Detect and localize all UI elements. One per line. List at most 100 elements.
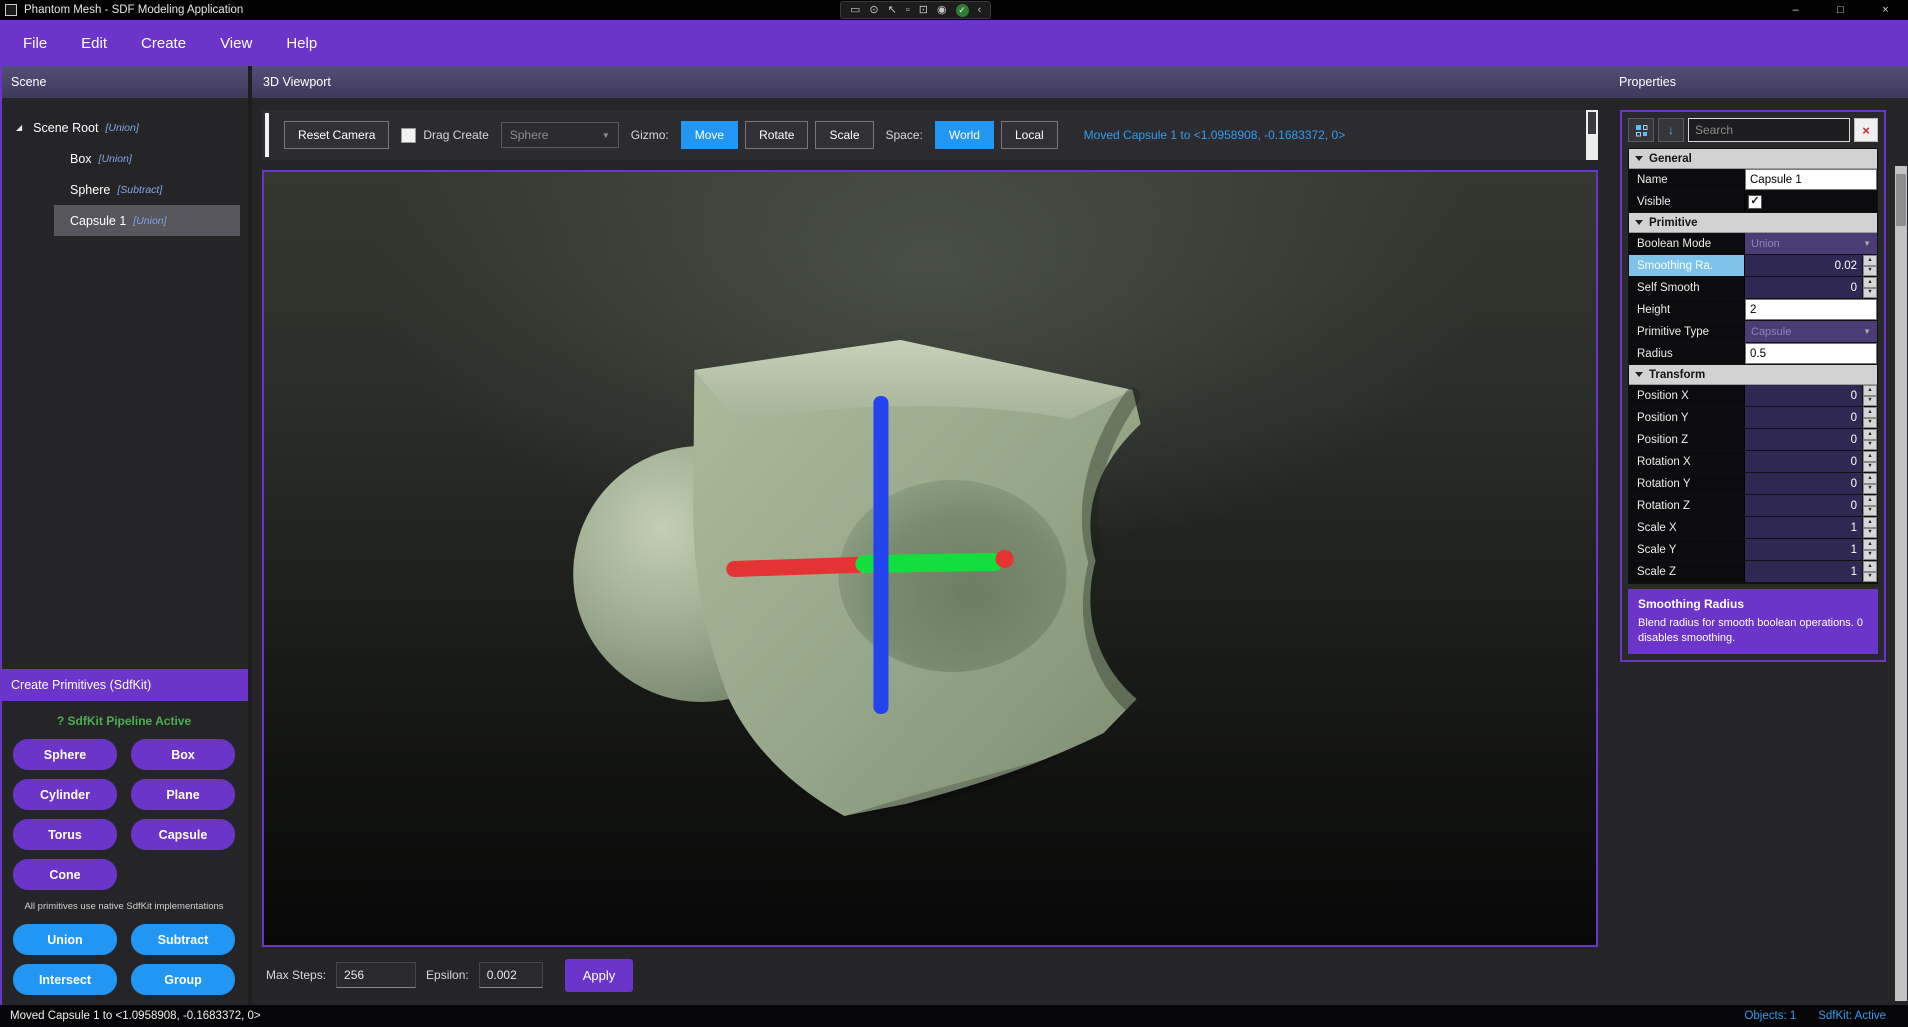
menu-create[interactable]: Create xyxy=(124,26,203,61)
spinner-down-button[interactable]: ▼ xyxy=(1863,527,1877,538)
spinner-up-button[interactable]: ▲ xyxy=(1863,517,1877,528)
camera-icon[interactable]: ⊙ xyxy=(869,4,878,16)
max-steps-input[interactable] xyxy=(336,962,417,988)
epsilon-input[interactable] xyxy=(478,962,543,988)
spinner-down-button[interactable]: ▼ xyxy=(1863,549,1877,560)
apply-button[interactable]: Apply xyxy=(564,958,634,992)
display-share-icon[interactable]: ▭ xyxy=(850,4,860,16)
tree-item-capsule-1[interactable]: Capsule 1 [Union] xyxy=(54,205,240,236)
spinner-up-button[interactable]: ▲ xyxy=(1863,407,1877,418)
space-local-button[interactable]: Local xyxy=(1000,121,1058,149)
gizmo-scale-button[interactable]: Scale xyxy=(815,121,874,149)
toolbar-scrollbar-thumb[interactable] xyxy=(1588,112,1596,134)
maximize-button[interactable]: □ xyxy=(1818,0,1863,20)
spinner-down-button[interactable]: ▼ xyxy=(1863,287,1877,298)
property-text-input[interactable] xyxy=(1745,299,1877,320)
gizmo-move-button[interactable]: Move xyxy=(680,121,739,149)
checkbox-checked-icon[interactable]: ✓ xyxy=(1748,194,1762,209)
spinner-down-button[interactable]: ▼ xyxy=(1863,439,1877,450)
property-row-position-x[interactable]: Position X 0 ▲ ▼ xyxy=(1629,385,1877,407)
tree-item-sphere[interactable]: Sphere [Subtract] xyxy=(0,174,248,205)
viewport-3d-canvas[interactable] xyxy=(264,172,1596,945)
property-category-primitive[interactable]: Primitive xyxy=(1629,213,1877,233)
space-world-button[interactable]: World xyxy=(934,121,994,149)
cylinder-button[interactable]: Cylinder xyxy=(13,779,117,810)
property-row-rotation-y[interactable]: Rotation Y 0 ▲ ▼ xyxy=(1629,473,1877,495)
reset-camera-button[interactable]: Reset Camera xyxy=(284,121,390,149)
property-row-height[interactable]: Height xyxy=(1629,299,1877,321)
spinner-up-button[interactable]: ▲ xyxy=(1863,539,1877,550)
toolbar-scrollbar[interactable] xyxy=(1586,110,1598,160)
group-button[interactable]: Group xyxy=(131,964,235,995)
search-clear-button[interactable]: × xyxy=(1854,118,1878,142)
property-row-scale-y[interactable]: Scale Y 1 ▲ ▼ xyxy=(1629,539,1877,561)
property-row-radius[interactable]: Radius xyxy=(1629,343,1877,365)
menu-edit[interactable]: Edit xyxy=(64,26,124,61)
property-category-general[interactable]: General xyxy=(1629,149,1877,169)
menu-help[interactable]: Help xyxy=(269,26,334,61)
record-icon[interactable]: ◉ xyxy=(937,4,947,16)
tree-item-box[interactable]: Box [Union] xyxy=(0,143,248,174)
spinner-down-button[interactable]: ▼ xyxy=(1863,265,1877,276)
gizmo-x-handle[interactable] xyxy=(995,550,1014,568)
sphere-button[interactable]: Sphere xyxy=(13,739,117,770)
region-select-icon[interactable]: ▫ xyxy=(906,4,910,16)
drag-create-checkbox[interactable] xyxy=(401,127,417,143)
property-row-rotation-z[interactable]: Rotation Z 0 ▲ ▼ xyxy=(1629,495,1877,517)
spinner-up-button[interactable]: ▲ xyxy=(1863,385,1877,396)
tree-item-scene-root[interactable]: ◢ Scene Root [Union] xyxy=(0,112,248,143)
gizmo-y-axis[interactable] xyxy=(873,396,889,714)
property-row-self-smooth[interactable]: Self Smooth 0 ▲ ▼ xyxy=(1629,277,1877,299)
spinner-down-button[interactable]: ▼ xyxy=(1863,571,1877,582)
property-row-scale-x[interactable]: Scale X 1 ▲ ▼ xyxy=(1629,517,1877,539)
property-row-visible[interactable]: Visible ✓ xyxy=(1629,191,1877,213)
gizmo-rotate-button[interactable]: Rotate xyxy=(745,121,809,149)
collapse-chevron-icon[interactable]: ‹ xyxy=(978,4,982,16)
property-row-rotation-x[interactable]: Rotation X 0 ▲ ▼ xyxy=(1629,451,1877,473)
box-button[interactable]: Box xyxy=(131,739,235,770)
property-row-position-z[interactable]: Position Z 0 ▲ ▼ xyxy=(1629,429,1877,451)
property-row-smoothing-ra[interactable]: Smoothing Ra. 0.02 ▲ ▼ xyxy=(1629,255,1877,277)
status-ready-icon[interactable]: ✓ xyxy=(955,3,969,17)
cursor-icon[interactable]: ↖ xyxy=(888,4,897,16)
spinner-up-button[interactable]: ▲ xyxy=(1863,255,1877,266)
viewport-canvas[interactable] xyxy=(262,170,1598,947)
property-text-input[interactable] xyxy=(1745,343,1877,364)
property-row-scale-z[interactable]: Scale Z 1 ▲ ▼ xyxy=(1629,561,1877,583)
spinner-down-button[interactable]: ▼ xyxy=(1863,417,1877,428)
minimize-button[interactable]: – xyxy=(1773,0,1818,20)
subtract-button[interactable]: Subtract xyxy=(131,924,235,955)
categorize-view-button[interactable] xyxy=(1628,118,1654,142)
property-category-transform[interactable]: Transform xyxy=(1629,365,1877,385)
spinner-up-button[interactable]: ▲ xyxy=(1863,473,1877,484)
property-row-name[interactable]: Name xyxy=(1629,169,1877,191)
spinner-down-button[interactable]: ▼ xyxy=(1863,461,1877,472)
cursor-region-icon[interactable]: ⊡ xyxy=(919,4,928,16)
properties-scrollbar[interactable] xyxy=(1895,166,1907,1001)
union-button[interactable]: Union xyxy=(13,924,117,955)
property-dropdown[interactable]: Capsule ▼ xyxy=(1745,321,1877,342)
sort-alphabetical-button[interactable]: ↓ xyxy=(1658,118,1684,142)
intersect-button[interactable]: Intersect xyxy=(13,964,117,995)
close-button[interactable]: × xyxy=(1863,0,1908,20)
properties-scrollbar-thumb[interactable] xyxy=(1896,174,1906,226)
spinner-up-button[interactable]: ▲ xyxy=(1863,429,1877,440)
property-text-input[interactable] xyxy=(1745,169,1877,190)
capsule-button[interactable]: Capsule xyxy=(131,819,235,850)
spinner-down-button[interactable]: ▼ xyxy=(1863,395,1877,406)
property-search-input[interactable] xyxy=(1688,118,1850,142)
toolbar-gripper[interactable] xyxy=(265,113,269,157)
menu-view[interactable]: View xyxy=(203,26,269,61)
property-dropdown[interactable]: Union ▼ xyxy=(1745,233,1877,254)
spinner-down-button[interactable]: ▼ xyxy=(1863,505,1877,516)
property-row-primitive-type[interactable]: Primitive Type Capsule ▼ xyxy=(1629,321,1877,343)
property-row-boolean-mode[interactable]: Boolean Mode Union ▼ xyxy=(1629,233,1877,255)
shape-dropdown[interactable]: Sphere ▼ xyxy=(500,122,619,148)
torus-button[interactable]: Torus xyxy=(13,819,117,850)
spinner-down-button[interactable]: ▼ xyxy=(1863,483,1877,494)
plane-button[interactable]: Plane xyxy=(131,779,235,810)
spinner-up-button[interactable]: ▲ xyxy=(1863,451,1877,462)
spinner-up-button[interactable]: ▲ xyxy=(1863,561,1877,572)
cone-button[interactable]: Cone xyxy=(13,859,117,890)
property-row-position-y[interactable]: Position Y 0 ▲ ▼ xyxy=(1629,407,1877,429)
